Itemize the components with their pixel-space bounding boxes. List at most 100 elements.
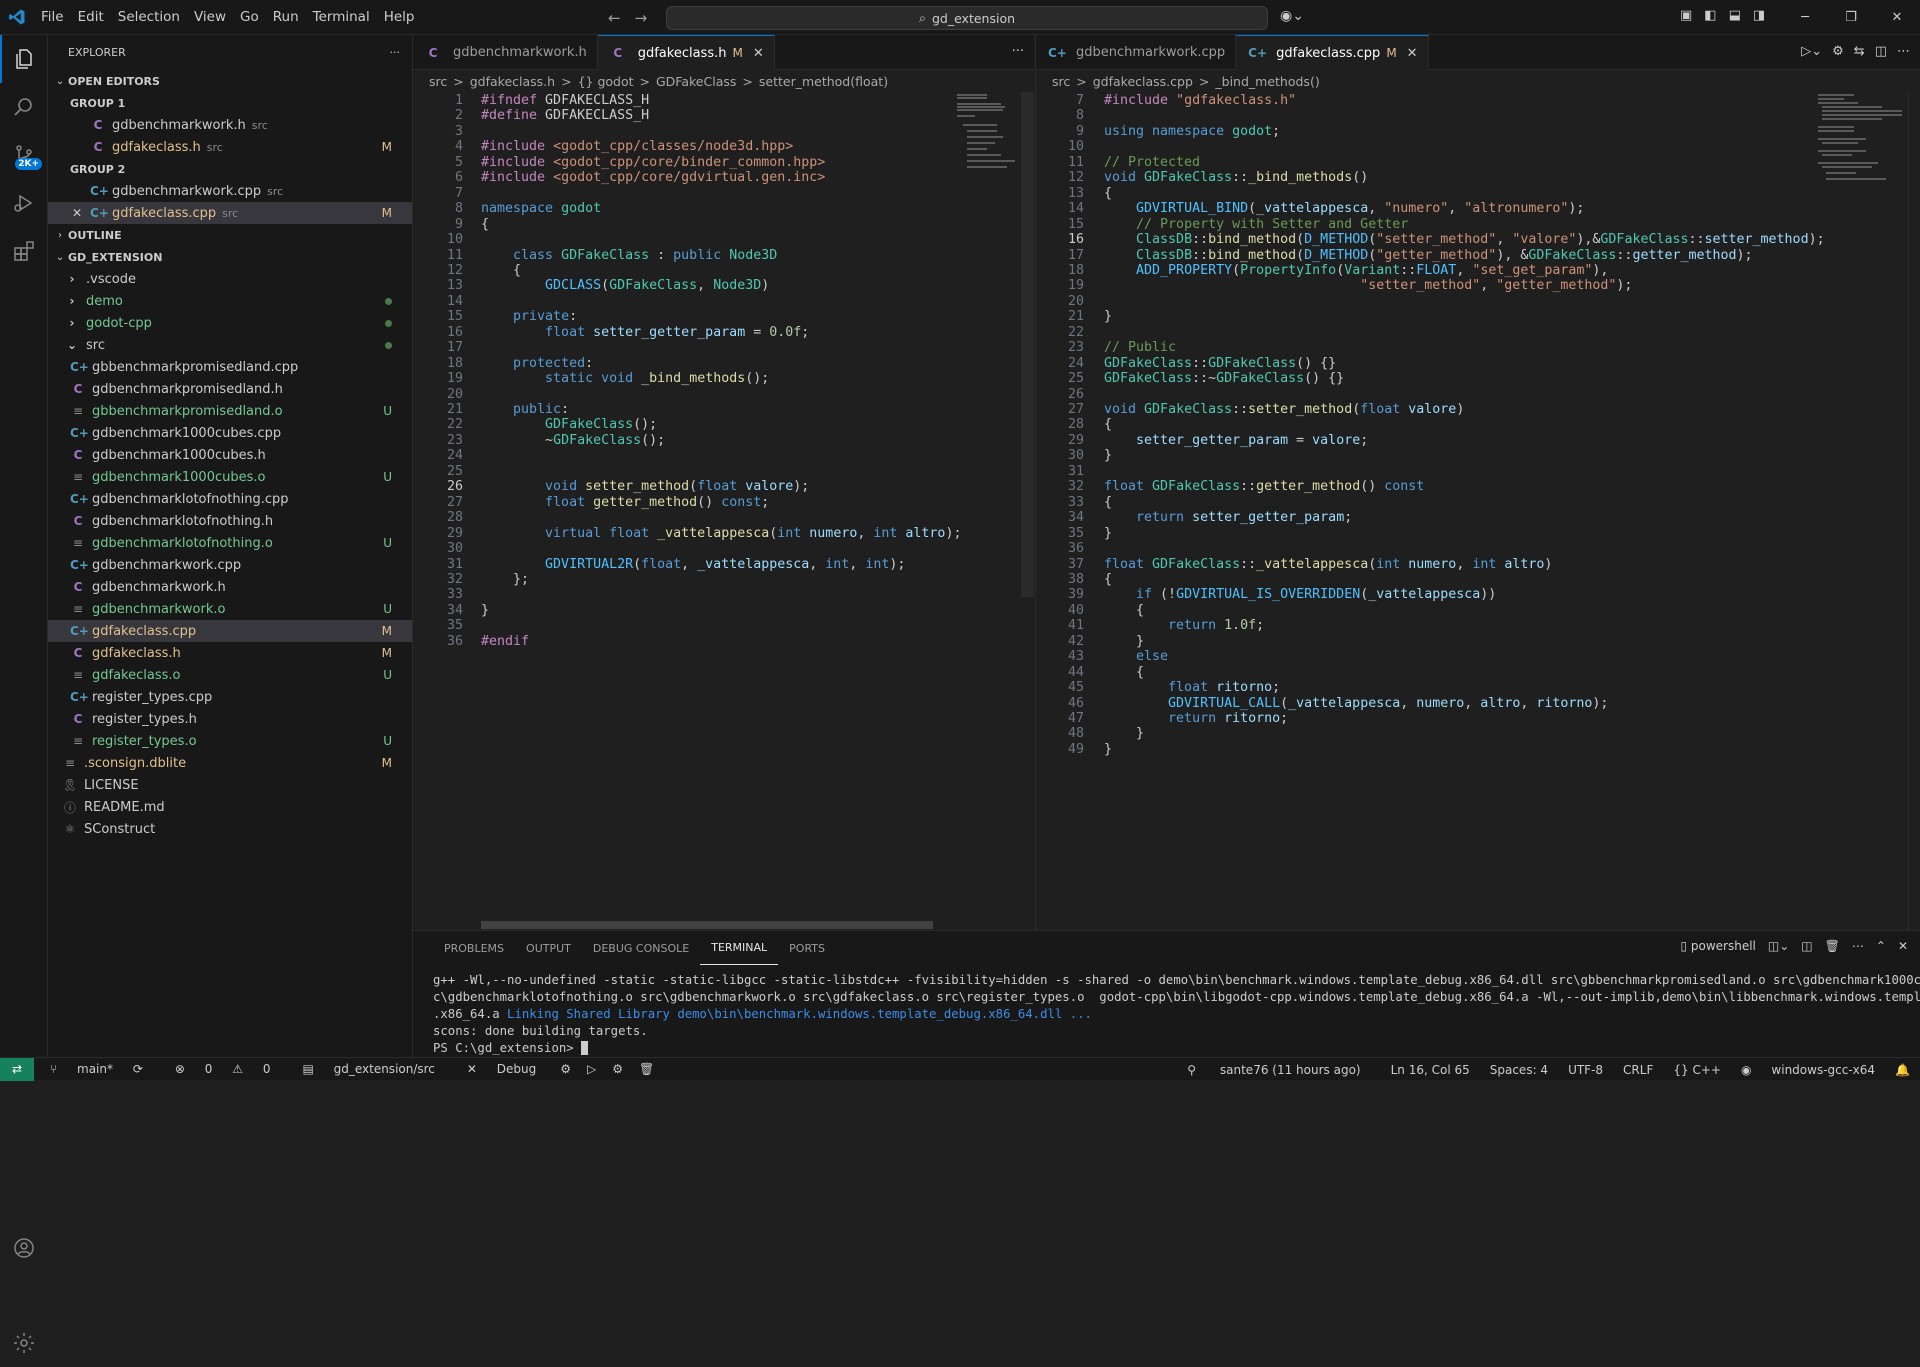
- file-item[interactable]: ≡ .sconsign.dblite M: [48, 752, 412, 774]
- file-item[interactable]: ≡ gbbenchmarkpromisedland.o U: [48, 400, 412, 422]
- panel-tab-problems[interactable]: PROBLEMS: [433, 931, 515, 965]
- menu-selection[interactable]: Selection: [111, 9, 187, 25]
- file-item[interactable]: Cregister_types.h: [48, 708, 412, 730]
- branch-item[interactable]: ⑂ main* ⟳: [34, 1058, 159, 1081]
- panel-tab-debug-console[interactable]: DEBUG CONSOLE: [582, 931, 700, 965]
- menu-run[interactable]: Run: [266, 9, 306, 25]
- split-terminal-icon[interactable]: ◫⌄: [1768, 939, 1789, 953]
- blame-item[interactable]: ⚲ sante76 (11 hours ago): [1167, 1063, 1380, 1077]
- open-editor-item[interactable]: Cgdbenchmarkwork.h src: [48, 114, 412, 136]
- gear-icon[interactable]: ⚙: [552, 1058, 579, 1081]
- editor-tab[interactable]: C+ gdfakeclass.cpp M ✕: [1236, 35, 1429, 70]
- trash-icon[interactable]: 🗑: [631, 1058, 662, 1081]
- panel-tab-ports[interactable]: PORTS: [778, 931, 836, 965]
- file-item[interactable]: ≡ register_types.o U: [48, 730, 412, 752]
- file-item[interactable]: Cgdbenchmarklotofnothing.h: [48, 510, 412, 532]
- copilot-status-icon[interactable]: ◉: [1731, 1063, 1761, 1077]
- minimap[interactable]: [1814, 92, 1902, 192]
- file-item[interactable]: 🎗 LICENSE: [48, 774, 412, 796]
- close-tab-icon[interactable]: ✕: [753, 46, 764, 61]
- gear-icon[interactable]: ⚙: [1832, 44, 1844, 59]
- run-icon[interactable]: ▷⌄: [1801, 44, 1822, 59]
- minimize-icon[interactable]: ─: [1782, 10, 1828, 25]
- cpp-configuration[interactable]: windows-gcc-x64: [1761, 1063, 1885, 1077]
- folder-item[interactable]: › demo: [48, 290, 412, 312]
- back-arrow-icon[interactable]: ←: [608, 9, 621, 27]
- editor-tab[interactable]: C+ gdbenchmarkwork.cpp: [1036, 35, 1237, 70]
- more-actions-icon[interactable]: ···: [1012, 44, 1024, 59]
- encoding[interactable]: UTF-8: [1558, 1063, 1613, 1077]
- folder-item[interactable]: ▤ gd_extension/src: [286, 1058, 450, 1081]
- remote-icon[interactable]: ⇄: [0, 1057, 34, 1081]
- file-item[interactable]: C+ gdfakeclass.cpp M: [48, 620, 412, 642]
- file-item[interactable]: C+ gdbenchmarkwork.cpp: [48, 554, 412, 576]
- file-item[interactable]: Cgdfakeclass.h M: [48, 642, 412, 664]
- breadcrumb-item[interactable]: {} godot: [578, 74, 634, 89]
- vertical-scrollbar[interactable]: [1908, 92, 1920, 932]
- problems-item[interactable]: ⊗ 0 ⚠ 0: [159, 1058, 287, 1081]
- vertical-scrollbar[interactable]: [1021, 92, 1034, 597]
- maximize-panel-icon[interactable]: ⌃: [1876, 939, 1886, 953]
- more-icon[interactable]: ⋯: [1852, 939, 1864, 953]
- restore-icon[interactable]: ❐: [1828, 10, 1874, 25]
- breadcrumb-item[interactable]: gdfakeclass.cpp: [1093, 74, 1193, 89]
- notifications-bell-icon[interactable]: 🔔: [1885, 1063, 1920, 1077]
- panel-tab-output[interactable]: OUTPUT: [515, 931, 582, 965]
- open-editors-section[interactable]: ⌄ OPEN EDITORS: [48, 70, 412, 92]
- open-editor-item[interactable]: Cgdfakeclass.h src M: [48, 136, 412, 158]
- language-mode[interactable]: {} C++: [1663, 1063, 1731, 1077]
- breadcrumb-item[interactable]: GDFakeClass: [656, 74, 736, 89]
- breadcrumb-item[interactable]: src: [429, 74, 447, 89]
- file-item[interactable]: ≡ gdbenchmarklotofnothing.o U: [48, 532, 412, 554]
- menu-file[interactable]: File: [34, 9, 71, 25]
- folder-item[interactable]: › godot-cpp: [48, 312, 412, 334]
- debug-item[interactable]: ✕ Debug: [451, 1058, 552, 1081]
- toggle-panel-icon[interactable]: ⬓: [1729, 8, 1741, 23]
- terminal-link[interactable]: Linking Shared Library demo\bin\benchmar…: [507, 1007, 1092, 1021]
- menu-edit[interactable]: Edit: [71, 9, 111, 25]
- explorer-more-icon[interactable]: ···: [390, 46, 401, 59]
- breadcrumb-item[interactable]: setter_method(float): [759, 74, 888, 89]
- file-item[interactable]: ≡ gdbenchmark1000cubes.o U: [48, 466, 412, 488]
- debug-gear-icon[interactable]: ⚙: [604, 1058, 631, 1081]
- file-item[interactable]: C+ gbbenchmarkpromisedland.cpp: [48, 356, 412, 378]
- indentation[interactable]: Spaces: 4: [1480, 1063, 1558, 1077]
- breadcrumb-item[interactable]: src: [1052, 74, 1070, 89]
- line-ending[interactable]: CRLF: [1613, 1063, 1663, 1077]
- horizontal-scrollbar[interactable]: [481, 921, 933, 929]
- toggle-secondary-sidebar-icon[interactable]: ◨: [1753, 8, 1765, 23]
- terminal-output[interactable]: g++ -Wl,--no-undefined -static -static-l…: [433, 972, 1920, 1057]
- menu-go[interactable]: Go: [233, 9, 266, 25]
- file-item[interactable]: C+ register_types.cpp: [48, 686, 412, 708]
- play-icon[interactable]: ▷: [579, 1058, 604, 1081]
- minimap[interactable]: [953, 92, 1023, 192]
- explorer-icon[interactable]: [0, 35, 48, 83]
- source-control-icon[interactable]: 2K+: [0, 131, 48, 179]
- file-item[interactable]: ⓘ README.md: [48, 796, 412, 818]
- terminal-shell-label[interactable]: ▯ powershell: [1680, 939, 1755, 953]
- customize-layout-icon[interactable]: ▣: [1680, 8, 1692, 23]
- more-actions-icon[interactable]: ⋯: [1897, 44, 1910, 59]
- file-item[interactable]: ≡ gdfakeclass.o U: [48, 664, 412, 686]
- file-item[interactable]: Cgdbenchmark1000cubes.h: [48, 444, 412, 466]
- workspace-section[interactable]: ⌄ GD_EXTENSION: [48, 246, 412, 268]
- run-debug-icon[interactable]: [0, 179, 48, 227]
- file-item[interactable]: C+ gdbenchmark1000cubes.cpp: [48, 422, 412, 444]
- editor-tab[interactable]: Cgdbenchmarkwork.h: [413, 35, 598, 70]
- file-item[interactable]: ⚛ SConstruct: [48, 818, 412, 840]
- menu-view[interactable]: View: [187, 9, 233, 25]
- new-terminal-icon[interactable]: ◫: [1801, 939, 1812, 953]
- open-editor-item[interactable]: ✕ C+ gdfakeclass.cpp src M: [48, 202, 412, 224]
- account-icon[interactable]: [0, 1224, 48, 1272]
- compare-icon[interactable]: ⇆: [1854, 44, 1865, 59]
- close-editor-icon[interactable]: ✕: [72, 206, 82, 220]
- command-center-search[interactable]: ⌕ gd_extension: [666, 6, 1268, 30]
- extensions-icon[interactable]: [0, 227, 48, 275]
- menu-terminal[interactable]: Terminal: [306, 9, 377, 25]
- outline-section[interactable]: › OUTLINE: [48, 224, 412, 246]
- split-editor-icon[interactable]: ◫: [1875, 44, 1887, 59]
- copilot-icon[interactable]: ◉⌄: [1280, 8, 1304, 24]
- toggle-sidebar-icon[interactable]: ◧: [1704, 8, 1716, 23]
- forward-arrow-icon[interactable]: →: [635, 9, 648, 27]
- folder-item[interactable]: › .vscode: [48, 268, 412, 290]
